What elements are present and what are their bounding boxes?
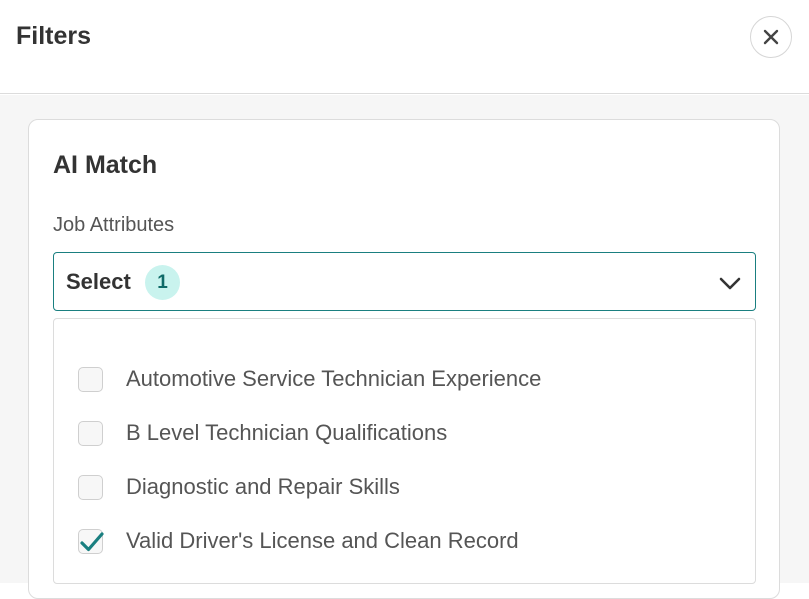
option-label: B Level Technician Qualifications <box>126 420 448 445</box>
checkbox[interactable] <box>78 474 103 500</box>
job-attributes-label: Job Attributes <box>53 214 175 236</box>
card-title: AI Match <box>53 151 158 179</box>
filters-content: AI Match Job Attributes Select 1 Automot… <box>0 95 809 599</box>
job-attributes-dropdown: Automotive Service Technician Experience… <box>53 318 756 584</box>
job-attributes-select[interactable]: Select 1 <box>53 252 756 311</box>
page-title: Filters <box>16 22 92 50</box>
option-label: Diagnostic and Repair Skills <box>126 474 400 499</box>
option-label: Valid Driver's License and Clean Record <box>126 528 519 553</box>
option-automotive-service-technician[interactable]: Automotive Service Technician Experience <box>78 359 738 399</box>
close-icon <box>763 29 779 45</box>
chevron-down-icon <box>719 277 741 290</box>
checkbox-checked[interactable] <box>78 528 104 554</box>
selected-count-badge: 1 <box>145 265 180 300</box>
checkbox[interactable] <box>78 420 103 446</box>
ai-match-card: AI Match Job Attributes Select 1 Automot… <box>28 119 780 599</box>
option-diagnostic-repair-skills[interactable]: Diagnostic and Repair Skills <box>78 467 738 507</box>
check-icon <box>80 531 104 551</box>
option-b-level-technician[interactable]: B Level Technician Qualifications <box>78 413 738 453</box>
close-button[interactable] <box>750 16 792 58</box>
checkbox[interactable] <box>78 366 103 392</box>
select-placeholder: Select <box>66 269 131 294</box>
filters-header: Filters <box>0 0 809 94</box>
option-valid-drivers-license[interactable]: Valid Driver's License and Clean Record <box>78 521 738 561</box>
option-label: Automotive Service Technician Experience <box>126 366 542 391</box>
